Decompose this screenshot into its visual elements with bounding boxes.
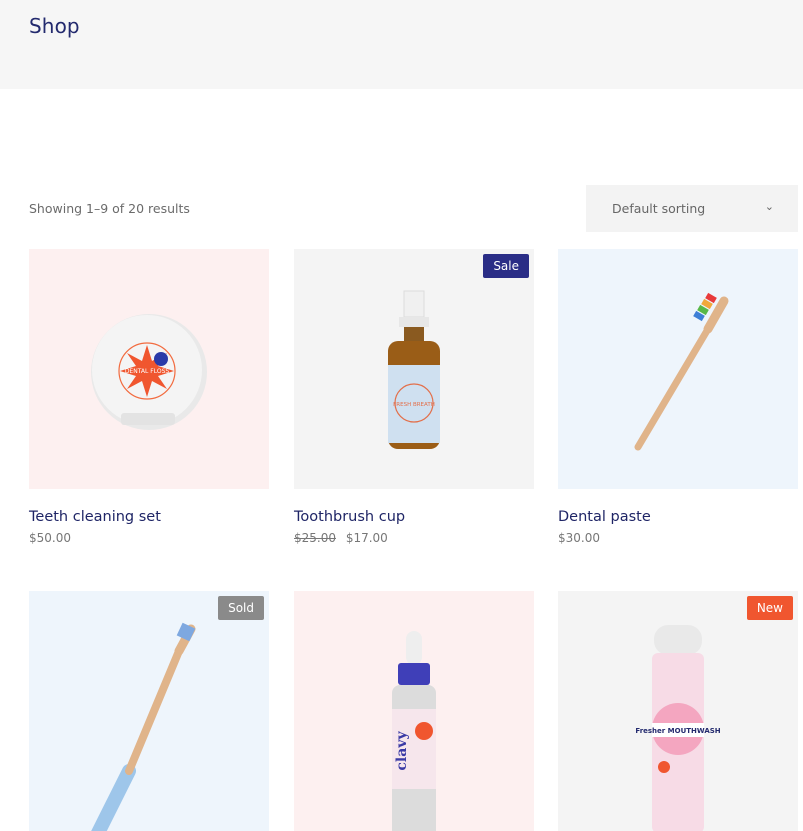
product-card[interactable]: Fresher MOUTHWASH New [558,591,798,831]
svg-text:DENTAL FLOSS: DENTAL FLOSS [125,368,170,375]
chevron-down-icon: ⌄ [764,200,774,213]
original-price: $25.00 [294,531,336,545]
product-title[interactable]: Teeth cleaning set [29,509,161,525]
product-image[interactable]: DENTAL FLOSS [29,249,269,489]
product-image[interactable]: Fresher MOUTHWASH New [558,591,798,831]
svg-text:Fresher MOUTHWASH: Fresher MOUTHWASH [635,727,720,735]
product-image[interactable] [558,249,798,489]
svg-text:FRESH BREATH: FRESH BREATH [393,402,435,408]
product-card[interactable]: DENTAL FLOSS Teeth cleaning set $50.00 [29,249,269,545]
amber-spray-bottle-icon: FRESH BREATH [388,290,440,449]
sale-badge: Sale [483,254,529,278]
bamboo-toothbrush-blue-icon [91,622,196,831]
product-card[interactable]: Sold [29,591,269,831]
mouthwash-can-icon: Fresher MOUTHWASH [635,625,721,831]
product-title[interactable]: Dental paste [558,509,651,525]
current-price: $17.00 [345,531,388,545]
bamboo-toothbrush-rainbow-icon [634,292,729,451]
product-card[interactable]: FRESH BREATH Sale Toothbrush cup $25.00 … [294,249,534,545]
new-badge: New [746,596,793,620]
dental-floss-case-icon: DENTAL FLOSS [91,314,207,430]
page-header: Shop [0,0,803,89]
sort-selected-label: Default sorting [612,201,706,216]
product-price: $30.00 [558,531,600,545]
product-price: $25.00 $17.00 [294,531,388,545]
svg-text:clavy: clavy [394,731,410,771]
sold-badge: Sold [218,596,264,620]
product-card[interactable]: clavy [294,591,534,831]
product-card[interactable]: Dental paste $30.00 [558,249,798,545]
sort-select[interactable]: Default sorting ⌄ [586,185,798,232]
product-price: $50.00 [29,531,71,545]
product-image[interactable]: clavy [294,591,534,831]
product-image[interactable]: FRESH BREATH Sale [294,249,534,489]
product-image[interactable]: Sold [29,591,269,831]
result-count: Showing 1–9 of 20 results [29,201,190,216]
product-title[interactable]: Toothbrush cup [294,509,405,525]
current-price: $50.00 [29,531,71,545]
current-price: $30.00 [558,531,600,545]
dropper-bottle-icon: clavy [392,631,436,831]
page-title: Shop [29,14,80,38]
